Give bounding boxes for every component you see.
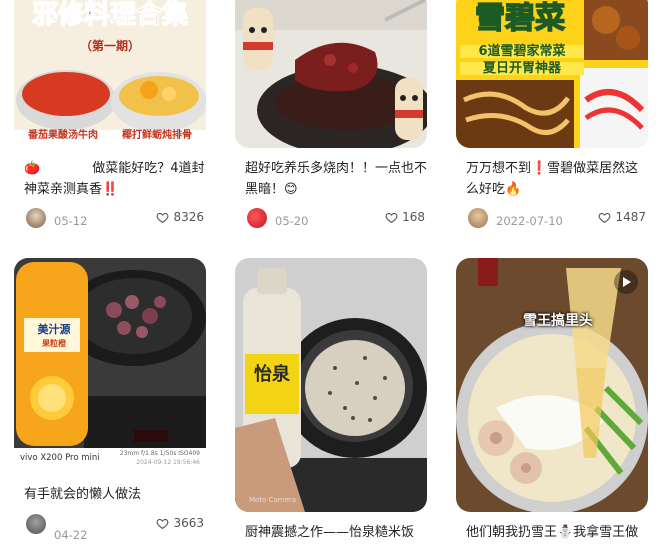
post-card-4[interactable]: 美汁源 果粒橙 vivo X200 Pro mini 23mm f/1.8s 1… [14, 258, 206, 545]
bottle-brand: 美汁源 [37, 323, 71, 336]
post-date: 05-20 [275, 214, 309, 228]
heart-icon [157, 518, 169, 529]
heart-icon [157, 212, 169, 223]
post-title[interactable]: 万万想不到❗雪碧做菜居然这么好吃🔥 [466, 158, 650, 200]
author-avatar[interactable] [26, 514, 46, 534]
post-card-5[interactable]: 怡泉 Moto Camera 厨神震撼之作——怡泉糙米饭 [235, 258, 427, 545]
post-card-6[interactable]: 雪王搞里头 他们朝我扔雪王⛄我拿雪王做 [456, 258, 648, 545]
post-thumbnail[interactable]: 雪碧菜 6道雪碧家常菜 夏日开胃神器 [456, 0, 648, 148]
play-icon [623, 277, 631, 287]
thumbnail-tag-left: 番茄果酸汤牛肉 [28, 130, 98, 141]
camera-specs: 23mm f/1.8s 1/50s ISO409 [119, 450, 200, 457]
like-count: 3663 [173, 516, 204, 530]
tomato-emoji: 🍅 [24, 161, 41, 176]
author-avatar[interactable] [247, 208, 267, 228]
thumbnail-headline: 邪修料理合集 [31, 0, 188, 30]
camera-model: vivo X200 Pro mini [20, 453, 100, 463]
thumbnail-subline: （第一期） [79, 39, 140, 53]
post-meta: 05-12 8326 [14, 208, 206, 232]
thumbnail-subline: 6道雪碧家常菜 [460, 45, 584, 58]
post-thumbnail[interactable]: 邪修料理合集 （第一期） 番茄果酸汤牛肉 椰打鲜蛎炖排骨 [14, 0, 206, 148]
author-avatar[interactable] [26, 208, 46, 228]
play-button[interactable] [614, 270, 638, 294]
post-thumbnail[interactable]: 雪王搞里头 [456, 258, 648, 512]
post-meta: 2022-07-10 1487 [456, 208, 648, 232]
thumbnail-headline: 雪碧菜 [474, 1, 566, 36]
thumbnail-caption: 雪王搞里头 [523, 313, 593, 329]
like-button[interactable]: 8326 [156, 210, 204, 224]
camera-watermark: Moto Camera [249, 496, 297, 504]
post-title[interactable]: 他们朝我扔雪王⛄我拿雪王做 [466, 522, 652, 543]
post-title[interactable]: 🍅 做菜能好吃？4道封神菜亲测真香‼️ [24, 158, 208, 200]
post-date: 05-12 [54, 214, 88, 228]
post-title[interactable]: 厨神震撼之作——怡泉糙米饭 [245, 522, 441, 543]
like-count: 168 [402, 210, 425, 224]
heart-icon [385, 212, 398, 223]
post-date: 04-22 [54, 528, 88, 542]
author-avatar[interactable] [468, 208, 488, 228]
thumbnail-tag-right: 椰打鲜蛎炖排骨 [122, 130, 192, 141]
food-photo-noodle-bowl [456, 258, 648, 512]
post-title[interactable]: 超好吃养乐多烧肉！！一点也不黑暗！😊 [245, 158, 429, 200]
post-date: 2022-07-10 [496, 214, 563, 228]
post-card-3[interactable]: 雪碧菜 6道雪碧家常菜 夏日开胃神器 万万想不到❗雪碧做菜居然这么好吃🔥 202… [456, 0, 648, 240]
like-button[interactable]: 1487 [598, 210, 646, 224]
food-photo-braised-pork [235, 0, 427, 148]
post-thumbnail[interactable] [235, 0, 427, 148]
like-button[interactable]: 3663 [156, 516, 204, 530]
post-thumbnail[interactable]: 美汁源 果粒橙 vivo X200 Pro mini 23mm f/1.8s 1… [14, 258, 206, 470]
thumbnail-subline-2: 夏日开胃神器 [460, 62, 584, 75]
post-meta: 05-20 168 [235, 208, 427, 232]
bottle-brand: 怡泉 [254, 364, 290, 385]
heart-icon [599, 212, 611, 223]
like-button[interactable]: 168 [385, 210, 425, 224]
bottle-flavor: 果粒橙 [42, 339, 66, 348]
like-count: 1487 [615, 210, 646, 224]
food-photo-rice-cooker [235, 258, 427, 512]
camera-watermark: vivo X200 Pro mini 23mm f/1.8s 1/50s ISO… [14, 448, 206, 470]
post-meta: 04-22 3663 [14, 514, 206, 542]
post-title-text: 做菜能好吃？4道封神菜亲测真香‼️ [24, 161, 205, 197]
photo-timestamp: 2024-09-12 19:56:46 [136, 459, 200, 466]
food-photo-cooking [14, 258, 206, 448]
post-title[interactable]: 有手就会的懒人做法 [24, 484, 220, 505]
post-thumbnail[interactable]: 怡泉 Moto Camera [235, 258, 427, 512]
post-card-2[interactable]: 超好吃养乐多烧肉！！一点也不黑暗！😊 05-20 168 [235, 0, 427, 240]
post-card-1[interactable]: 邪修料理合集 （第一期） 番茄果酸汤牛肉 椰打鲜蛎炖排骨 🍅 做菜能好吃？4道封神… [14, 0, 206, 240]
like-count: 8326 [173, 210, 204, 224]
